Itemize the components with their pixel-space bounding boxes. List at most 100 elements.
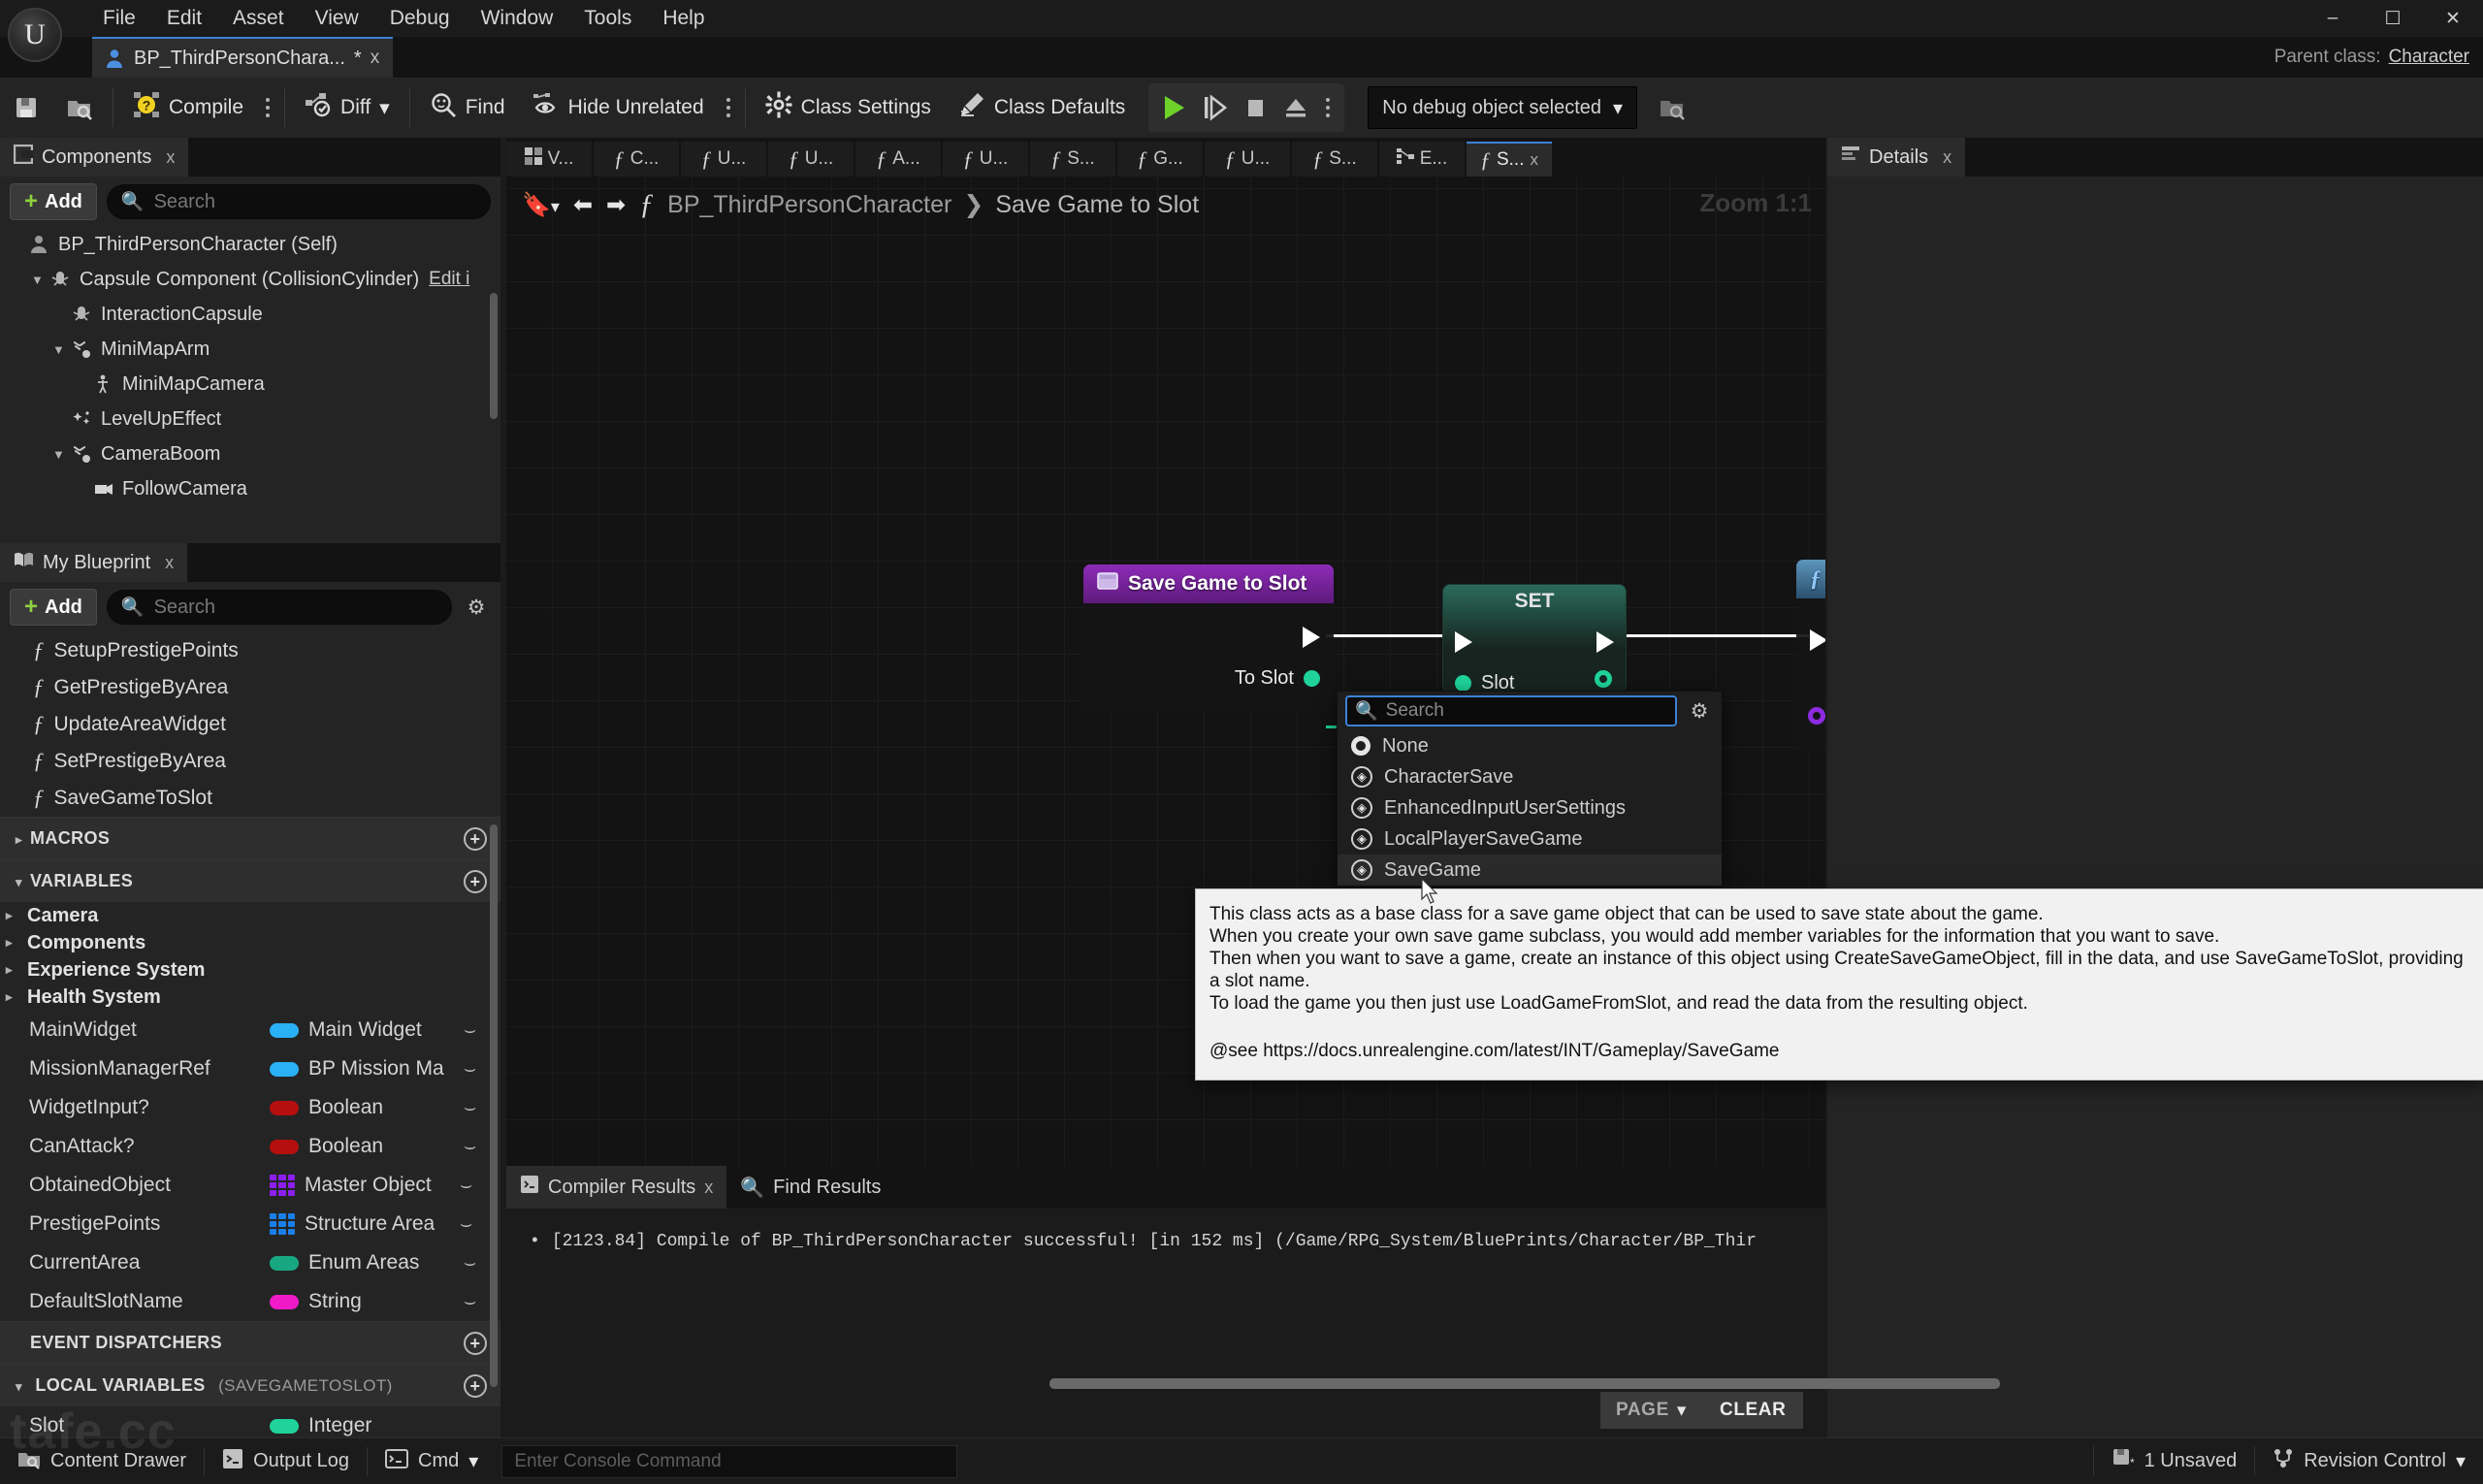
menu-help[interactable]: Help — [647, 0, 720, 37]
graph-tab[interactable]: ƒ S... — [1292, 142, 1377, 177]
close-icon[interactable]: x — [704, 1178, 713, 1198]
int-out-pin[interactable] — [1304, 670, 1320, 687]
my-blueprint-scrollbar[interactable] — [490, 824, 498, 1387]
node-create-save-game-object[interactable]: ƒ Create Save Game Object Save Game Clas… — [1796, 560, 1825, 752]
variable-category-row[interactable]: ▸ Components — [0, 929, 500, 956]
revision-control-button[interactable]: Revision Control ▾ — [2255, 1437, 2483, 1484]
class-picker-item[interactable]: None — [1338, 730, 1722, 761]
menu-file[interactable]: File — [87, 0, 151, 37]
edit-component-link[interactable]: Edit i — [429, 269, 469, 290]
function-list-item[interactable]: ƒ UpdateAreaWidget — [0, 706, 500, 743]
exec-out-pin[interactable] — [1596, 631, 1614, 653]
components-scrollbar[interactable] — [490, 293, 498, 419]
eye-closed-icon[interactable]: ⌣ — [464, 1097, 476, 1119]
class-picker-item[interactable]: ◈ CharacterSave — [1338, 761, 1722, 792]
graph-tab[interactable]: ƒ U... — [1205, 142, 1290, 177]
log-line[interactable]: • [2123.84] Compile of BP_ThirdPersonCha… — [530, 1232, 1806, 1251]
node-set-slot[interactable]: SET Slot — [1442, 584, 1627, 694]
int-in-pin[interactable] — [1455, 675, 1471, 692]
asset-tab-close-icon[interactable]: x — [371, 48, 380, 69]
function-list-item[interactable]: ƒ SetPrestigeByArea — [0, 743, 500, 780]
class-picker-item[interactable]: ◈ SaveGame — [1338, 855, 1722, 886]
save-button[interactable] — [0, 82, 52, 133]
bookmark-icon[interactable]: 🔖▾ — [522, 191, 560, 219]
variable-category-row[interactable]: ▸ Health System — [0, 984, 500, 1011]
chevron-right-icon[interactable]: ▸ — [6, 989, 27, 1005]
debug-object-selector[interactable]: No debug object selected ▾ — [1368, 86, 1638, 129]
section-variables[interactable]: ▾ VARIABLES + — [0, 859, 500, 902]
class-picker-settings-icon[interactable]: ⚙ — [1685, 699, 1714, 724]
eye-closed-icon[interactable]: ⌣ — [464, 1252, 476, 1274]
close-icon[interactable]: x — [1531, 150, 1539, 170]
maximize-button[interactable]: ☐ — [2363, 0, 2423, 37]
arrow-left-icon[interactable]: ⬅ — [573, 191, 593, 219]
exec-in-pin[interactable] — [1810, 629, 1825, 651]
add-variable-icon[interactable]: + — [464, 869, 487, 893]
component-tree-row[interactable]: ▼ MiniMapCamera — [0, 367, 500, 402]
variable-row[interactable]: ObtainedObject Master Object ⌣ — [0, 1166, 500, 1205]
my-blueprint-search-input[interactable]: 🔍 Search — [106, 590, 452, 625]
graph-tab[interactable]: ƒ C... — [594, 142, 679, 177]
graph-tab[interactable]: ƒ S... — [1030, 142, 1115, 177]
minimize-button[interactable]: – — [2303, 0, 2363, 37]
eject-button[interactable] — [1276, 87, 1315, 128]
component-tree-row[interactable]: ▼ MiniMapArm — [0, 332, 500, 367]
graph-tab[interactable]: ƒ U... — [943, 142, 1028, 177]
eye-closed-icon[interactable]: ⌣ — [464, 1291, 476, 1313]
stop-button[interactable] — [1236, 87, 1274, 128]
chevron-down-icon[interactable]: ▼ — [31, 273, 48, 287]
find-button[interactable]: Find — [416, 82, 519, 133]
eye-closed-icon[interactable]: ⌣ — [464, 1019, 476, 1042]
eye-closed-icon[interactable]: ⌣ — [460, 1175, 472, 1197]
unreal-engine-logo-icon[interactable]: U — [8, 8, 62, 62]
menu-window[interactable]: Window — [466, 0, 569, 37]
menu-edit[interactable]: Edit — [151, 0, 217, 37]
node-save-game-to-slot[interactable]: Save Game to Slot To Slot — [1083, 565, 1334, 712]
close-icon[interactable]: x — [165, 553, 174, 573]
class-defaults-button[interactable]: Class Defaults — [945, 82, 1139, 133]
menu-debug[interactable]: Debug — [374, 0, 466, 37]
output-log-button[interactable]: Output Log — [205, 1438, 367, 1484]
function-list-item[interactable]: ƒ GetPrestigeByArea — [0, 669, 500, 706]
tab-components[interactable]: Components x — [0, 138, 189, 177]
variable-row[interactable]: MissionManagerRef BP Mission Ma ⌣ — [0, 1049, 500, 1088]
hide-unrelated-button[interactable]: Hide Unrelated — [519, 82, 718, 133]
component-tree-row[interactable]: ▼ LevelUpEffect — [0, 402, 500, 436]
close-icon[interactable]: x — [166, 147, 175, 168]
graph-tab[interactable]: ƒ U... — [768, 142, 854, 177]
diff-button[interactable]: Diff ▾ — [291, 82, 403, 133]
close-button[interactable]: ✕ — [2423, 0, 2483, 37]
arrow-right-icon[interactable]: ➡ — [606, 191, 626, 219]
int-out-pin[interactable] — [1595, 670, 1612, 688]
class-in-pin[interactable] — [1808, 707, 1825, 725]
graph-tab[interactable]: ƒ G... — [1117, 142, 1203, 177]
page-dropdown[interactable]: PAGE ▾ — [1600, 1392, 1702, 1429]
exec-in-pin[interactable] — [1455, 631, 1472, 653]
component-tree-row[interactable]: ▼ Capsule Component (CollisionCylinder) Ed… — [0, 262, 500, 297]
variable-row[interactable]: WidgetInput? Boolean ⌣ — [0, 1088, 500, 1127]
menu-tools[interactable]: Tools — [568, 0, 647, 37]
add-blueprint-item-button[interactable]: + Add — [10, 589, 97, 626]
play-button[interactable] — [1154, 87, 1193, 128]
variable-category-row[interactable]: ▸ Camera — [0, 902, 500, 929]
close-icon[interactable]: x — [1943, 147, 1951, 168]
play-options-kebab-icon[interactable] — [1317, 98, 1338, 117]
eye-closed-icon[interactable]: ⌣ — [464, 1136, 476, 1158]
chevron-down-icon[interactable]: ▼ — [52, 447, 70, 462]
browse-content-button[interactable] — [52, 82, 107, 133]
menu-asset[interactable]: Asset — [217, 0, 300, 37]
step-button[interactable] — [1195, 87, 1234, 128]
section-macros[interactable]: ▸ MACROS + — [0, 817, 500, 859]
my-blueprint-settings-icon[interactable]: ⚙ — [462, 596, 491, 620]
section-local-variables[interactable]: ▾ LOCAL VARIABLES (SAVEGAMETOSLOT) + — [0, 1364, 500, 1406]
tab-my-blueprint[interactable]: My Blueprint x — [0, 543, 188, 582]
component-tree-row[interactable]: ▼ BP_ThirdPersonCharacter (Self) — [0, 227, 500, 262]
clear-log-button[interactable]: CLEAR — [1702, 1392, 1804, 1429]
components-search-input[interactable]: 🔍 Search — [106, 184, 491, 219]
graph-tab[interactable]: V... — [506, 142, 592, 177]
graph-tab[interactable]: ƒ S... x — [1467, 142, 1552, 177]
bottom-tab[interactable]: 🔍 Find Results — [726, 1166, 894, 1209]
chevron-right-icon[interactable]: ▸ — [6, 935, 27, 951]
class-picker-item[interactable]: ◈ LocalPlayerSaveGame — [1338, 823, 1722, 855]
eye-closed-icon[interactable]: ⌣ — [460, 1213, 472, 1236]
